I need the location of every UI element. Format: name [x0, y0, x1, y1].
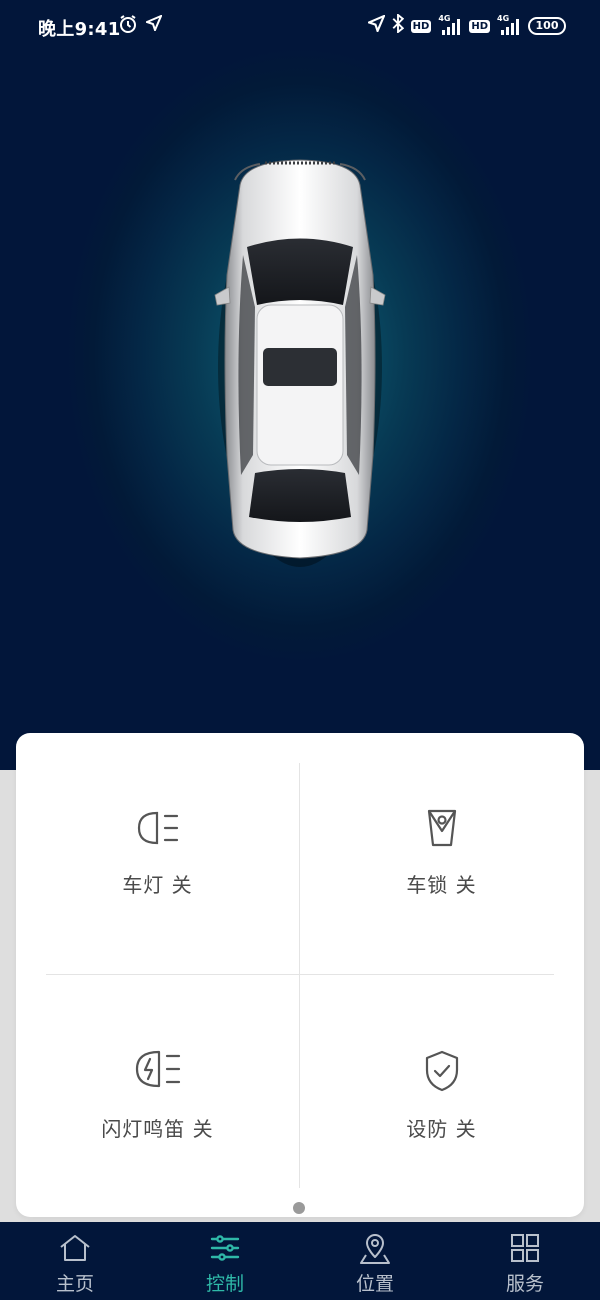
lock-icon — [425, 807, 459, 853]
alarm-arm-label: 设防 关 — [406, 1117, 477, 1141]
car-hero-area: 晚上9:41 HD 4G HD 4G 100 — [0, 0, 600, 770]
tab-home-label: 主页 — [55, 1273, 94, 1295]
location-arrow-icon — [365, 14, 386, 37]
headlight-control[interactable]: 车灯 关 — [16, 733, 299, 973]
flash-horn-control[interactable]: 闪灯鸣笛 关 — [16, 975, 299, 1215]
location-arrow-icon — [144, 14, 163, 36]
status-bar: 晚上9:41 HD 4G HD 4G 100 — [0, 0, 600, 54]
hd-badge: HD — [410, 19, 432, 33]
bluetooth-icon — [392, 12, 404, 38]
alarm-arm-control[interactable]: 设防 关 — [300, 975, 583, 1215]
tab-services[interactable]: 服务 — [450, 1222, 600, 1300]
page-indicator-dot — [293, 1202, 305, 1214]
tab-location-label: 位置 — [355, 1273, 394, 1295]
tab-control[interactable]: 控制 — [150, 1222, 300, 1300]
headlight-label: 车灯 关 — [122, 873, 193, 897]
status-indicators: HD 4G HD 4G 100 — [365, 12, 566, 38]
signal-icon: 4G — [438, 14, 462, 36]
grid-icon — [510, 1233, 540, 1267]
bottom-tab-bar: 主页 控制 位置 服务 — [0, 1222, 600, 1300]
signal-icon: 4G — [497, 14, 521, 36]
tab-services-label: 服务 — [505, 1273, 544, 1295]
headlight-icon — [135, 809, 181, 851]
battery-indicator: 100 — [528, 17, 566, 35]
shield-check-icon — [423, 1049, 461, 1097]
home-icon — [58, 1233, 92, 1267]
network-type: 4G — [497, 14, 510, 23]
flash-horn-icon — [133, 1049, 183, 1093]
alarm-icon — [118, 14, 138, 39]
tab-home[interactable]: 主页 — [0, 1222, 150, 1300]
status-time: 晚上9:41 — [38, 19, 121, 40]
flash-horn-label: 闪灯鸣笛 关 — [101, 1117, 214, 1141]
location-pin-icon — [358, 1233, 392, 1269]
lock-label: 车锁 关 — [406, 873, 477, 897]
network-type: 4G — [438, 14, 451, 23]
tab-location[interactable]: 位置 — [300, 1222, 450, 1300]
control-panel: 车灯 关 车锁 关 闪灯鸣笛 关 设防 关 — [16, 733, 584, 1217]
sliders-icon — [210, 1233, 240, 1267]
car-top-view-image — [214, 159, 386, 567]
lock-control[interactable]: 车锁 关 — [300, 733, 583, 973]
tab-control-label: 控制 — [205, 1273, 244, 1295]
hd-badge: HD — [469, 19, 490, 33]
